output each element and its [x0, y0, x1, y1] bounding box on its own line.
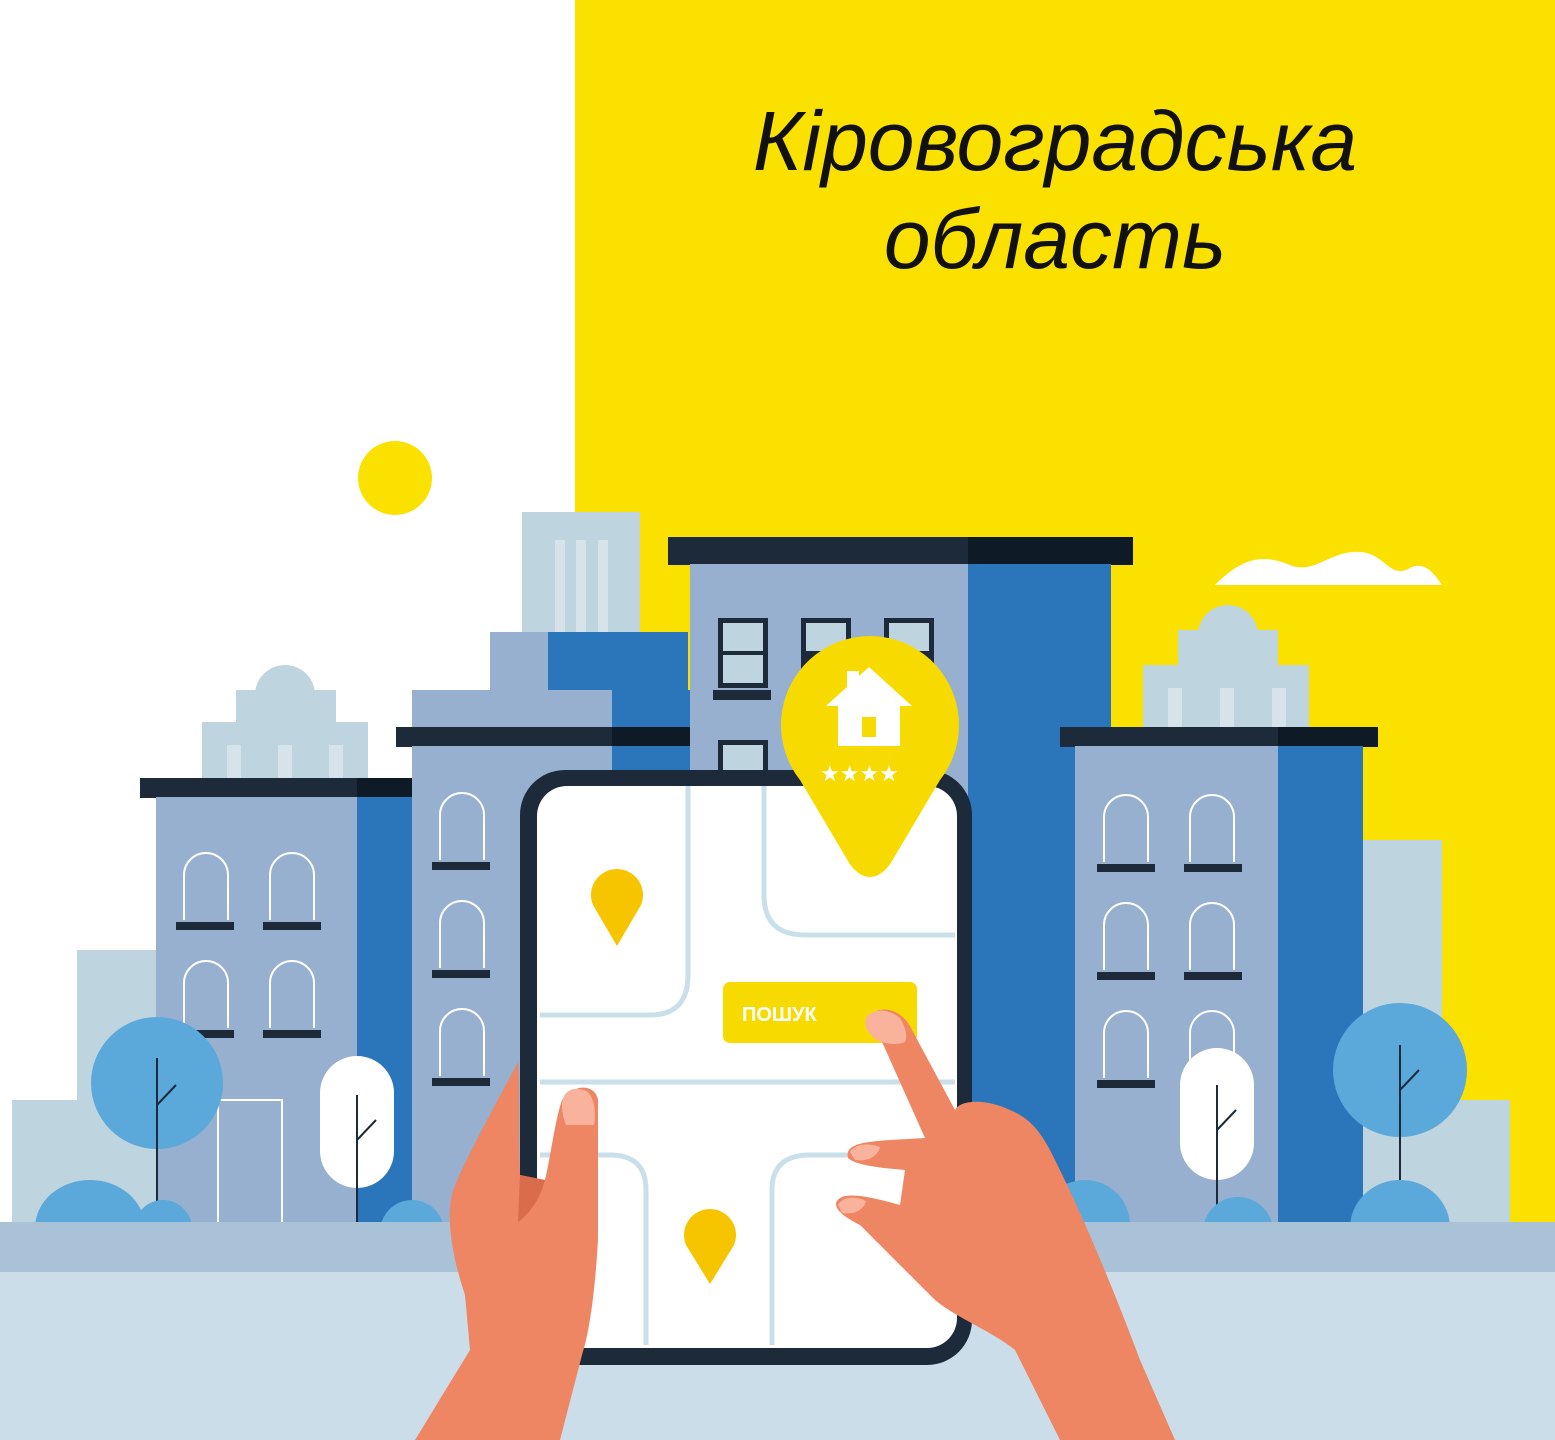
sun [358, 441, 432, 515]
page-title: Кіровоградська область [660, 92, 1450, 288]
title-line-1: Кіровоградська [752, 94, 1358, 188]
bg-block-right-2 [1440, 1100, 1510, 1230]
search-button-label: ПОШУК [742, 1004, 817, 1026]
rating-stars: ★★★★ [820, 762, 899, 787]
title-line-2: область [883, 192, 1227, 286]
building-2-top [490, 632, 550, 692]
